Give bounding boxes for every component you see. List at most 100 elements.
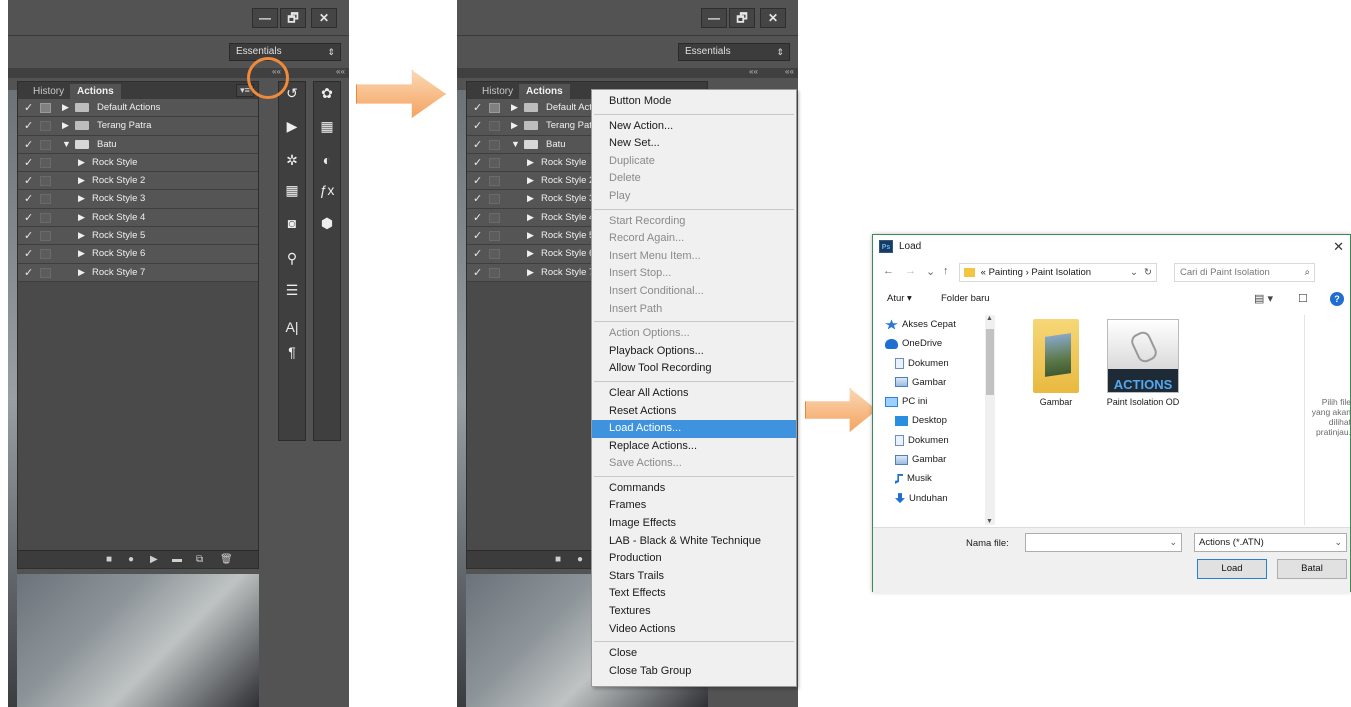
tool-icon[interactable]: ◐: [314, 152, 340, 168]
new-folder-button[interactable]: Folder baru: [941, 293, 990, 304]
tab-actions[interactable]: Actions: [519, 84, 570, 99]
filetype-select[interactable]: Actions (*.ATN) ⌄: [1194, 533, 1347, 552]
action-row[interactable]: ✓ ▶ Rock Style 6: [18, 245, 258, 264]
up-icon[interactable]: ↑: [943, 265, 949, 277]
expand-right-icon[interactable]: ▶: [62, 102, 69, 113]
menu-item-frames[interactable]: Frames: [592, 497, 796, 515]
address-bar[interactable]: « Painting › Paint Isolation ⌄ ↻: [959, 263, 1157, 282]
view-options-icon[interactable]: ▤ ▾: [1254, 292, 1273, 305]
close-button[interactable]: ✕: [760, 8, 786, 28]
check-icon[interactable]: ✓: [24, 229, 34, 242]
nav-item[interactable]: Dokumen: [879, 431, 987, 450]
menu-item-playback-options[interactable]: Playback Options...: [592, 343, 796, 361]
search-input[interactable]: Cari di Paint Isolation ⌕: [1174, 263, 1315, 282]
delete-icon[interactable]: 🗑: [220, 554, 233, 565]
dialog-toggle[interactable]: [40, 249, 51, 260]
menu-item-new-action[interactable]: New Action...: [592, 118, 796, 136]
expand-right-icon[interactable]: ▶: [527, 212, 534, 223]
search-icon[interactable]: ⌕: [1305, 264, 1310, 281]
menu-item-image-effects[interactable]: Image Effects: [592, 515, 796, 533]
dialog-toggle[interactable]: [40, 139, 51, 150]
expand-right-icon[interactable]: ▶: [527, 267, 534, 278]
collapse-icon[interactable]: ««: [749, 67, 758, 76]
expand-right-icon[interactable]: ▶: [527, 248, 534, 259]
nav-item[interactable]: Unduhan: [879, 489, 987, 508]
action-row[interactable]: ✓ ▶ Rock Style 4: [18, 208, 258, 228]
tool-icon[interactable]: ✿: [314, 85, 340, 102]
dialog-toggle[interactable]: [489, 176, 500, 187]
tool-icon[interactable]: ◙: [279, 215, 305, 231]
check-icon[interactable]: ✓: [473, 138, 483, 151]
help-icon[interactable]: ?: [1330, 292, 1344, 306]
check-icon[interactable]: ✓: [24, 119, 34, 132]
menu-item-commands[interactable]: Commands: [592, 480, 796, 498]
record-icon[interactable]: ●: [128, 554, 134, 565]
tool-icon[interactable]: ⬢: [314, 215, 340, 232]
new-set-icon[interactable]: ▬: [172, 554, 182, 565]
tab-history[interactable]: History: [475, 84, 520, 99]
check-icon[interactable]: ✓: [473, 192, 483, 205]
check-icon[interactable]: ✓: [473, 156, 483, 169]
chevron-down-icon[interactable]: ⌄: [1334, 534, 1342, 551]
nav-item[interactable]: Gambar: [879, 373, 987, 392]
expand-right-icon[interactable]: ▶: [78, 267, 85, 278]
menu-item-new-set[interactable]: New Set...: [592, 135, 796, 153]
chevron-down-icon[interactable]: ⌄: [1130, 264, 1138, 281]
expand-right-icon[interactable]: ▶: [78, 248, 85, 259]
tool-icon[interactable]: ☰: [279, 282, 305, 299]
restore-button[interactable]: 🗗: [280, 8, 306, 28]
nav-item[interactable]: Musik: [879, 469, 987, 488]
collapse-strip[interactable]: «« ««: [457, 67, 798, 78]
tool-icon[interactable]: A|: [279, 319, 305, 335]
tab-history[interactable]: History: [26, 84, 71, 99]
check-icon[interactable]: ✓: [473, 119, 483, 132]
check-icon[interactable]: ✓: [473, 266, 483, 279]
stop-icon[interactable]: ■: [106, 554, 112, 565]
expand-right-icon[interactable]: ▶: [527, 230, 534, 241]
expand-right-icon[interactable]: ▶: [527, 193, 534, 204]
tool-icon[interactable]: ¶: [279, 344, 305, 360]
preview-pane-icon[interactable]: ☐: [1298, 292, 1308, 305]
expand-right-icon[interactable]: ▶: [78, 175, 85, 186]
scroll-thumb[interactable]: [986, 329, 994, 395]
refresh-icon[interactable]: ↻: [1144, 264, 1152, 281]
action-row[interactable]: ✓ ▶ Rock Style 3: [18, 190, 258, 209]
expand-right-icon[interactable]: ▶: [62, 120, 69, 131]
cancel-button[interactable]: Batal: [1277, 559, 1347, 579]
expand-right-icon[interactable]: ▶: [527, 157, 534, 168]
breadcrumb-item[interactable]: Painting: [989, 267, 1023, 278]
collapse-strip[interactable]: «« ««: [8, 67, 349, 78]
check-icon[interactable]: ✓: [473, 211, 483, 224]
action-row[interactable]: ✓ ▶ Rock Style: [18, 153, 258, 173]
action-row[interactable]: ✓ ▶ Rock Style 2: [18, 172, 258, 191]
expand-right-icon[interactable]: ▶: [527, 175, 534, 186]
recent-locations-icon[interactable]: ⌄: [926, 265, 935, 278]
action-set-row[interactable]: ✓ ▼ Batu: [18, 135, 258, 154]
tool-icon[interactable]: ▶: [279, 118, 305, 135]
dialog-toggle[interactable]: [489, 139, 500, 150]
menu-item-textures[interactable]: Textures: [592, 603, 796, 621]
dialog-toggle[interactable]: [40, 103, 51, 113]
dialog-toggle[interactable]: [40, 267, 51, 278]
nav-item[interactable]: OneDrive: [879, 334, 987, 353]
dialog-toggle[interactable]: [489, 194, 500, 205]
dialog-toggle[interactable]: [489, 231, 500, 242]
check-icon[interactable]: ✓: [24, 101, 34, 114]
expand-down-icon[interactable]: ▼: [62, 139, 71, 149]
nav-scrollbar[interactable]: ▲ ▼: [985, 315, 995, 525]
action-row[interactable]: ✓ ▶ Rock Style 7: [18, 263, 258, 282]
dialog-toggle[interactable]: [40, 194, 51, 205]
close-icon[interactable]: ✕: [1333, 239, 1344, 255]
menu-item-load-actions[interactable]: Load Actions...: [592, 420, 796, 438]
check-icon[interactable]: ✓: [473, 174, 483, 187]
load-button[interactable]: Load: [1197, 559, 1267, 579]
nav-item[interactable]: Akses Cepat: [879, 315, 987, 334]
menu-item-close[interactable]: Close: [592, 645, 796, 663]
expand-down-icon[interactable]: ▼: [511, 139, 520, 149]
check-icon[interactable]: ✓: [473, 101, 483, 114]
breadcrumb-item[interactable]: Paint Isolation: [1031, 267, 1091, 278]
nav-item[interactable]: Dokumen: [879, 354, 987, 373]
tool-icon[interactable]: ✲: [279, 152, 305, 169]
menu-item-production[interactable]: Production: [592, 550, 796, 568]
dialog-toggle[interactable]: [489, 121, 500, 132]
